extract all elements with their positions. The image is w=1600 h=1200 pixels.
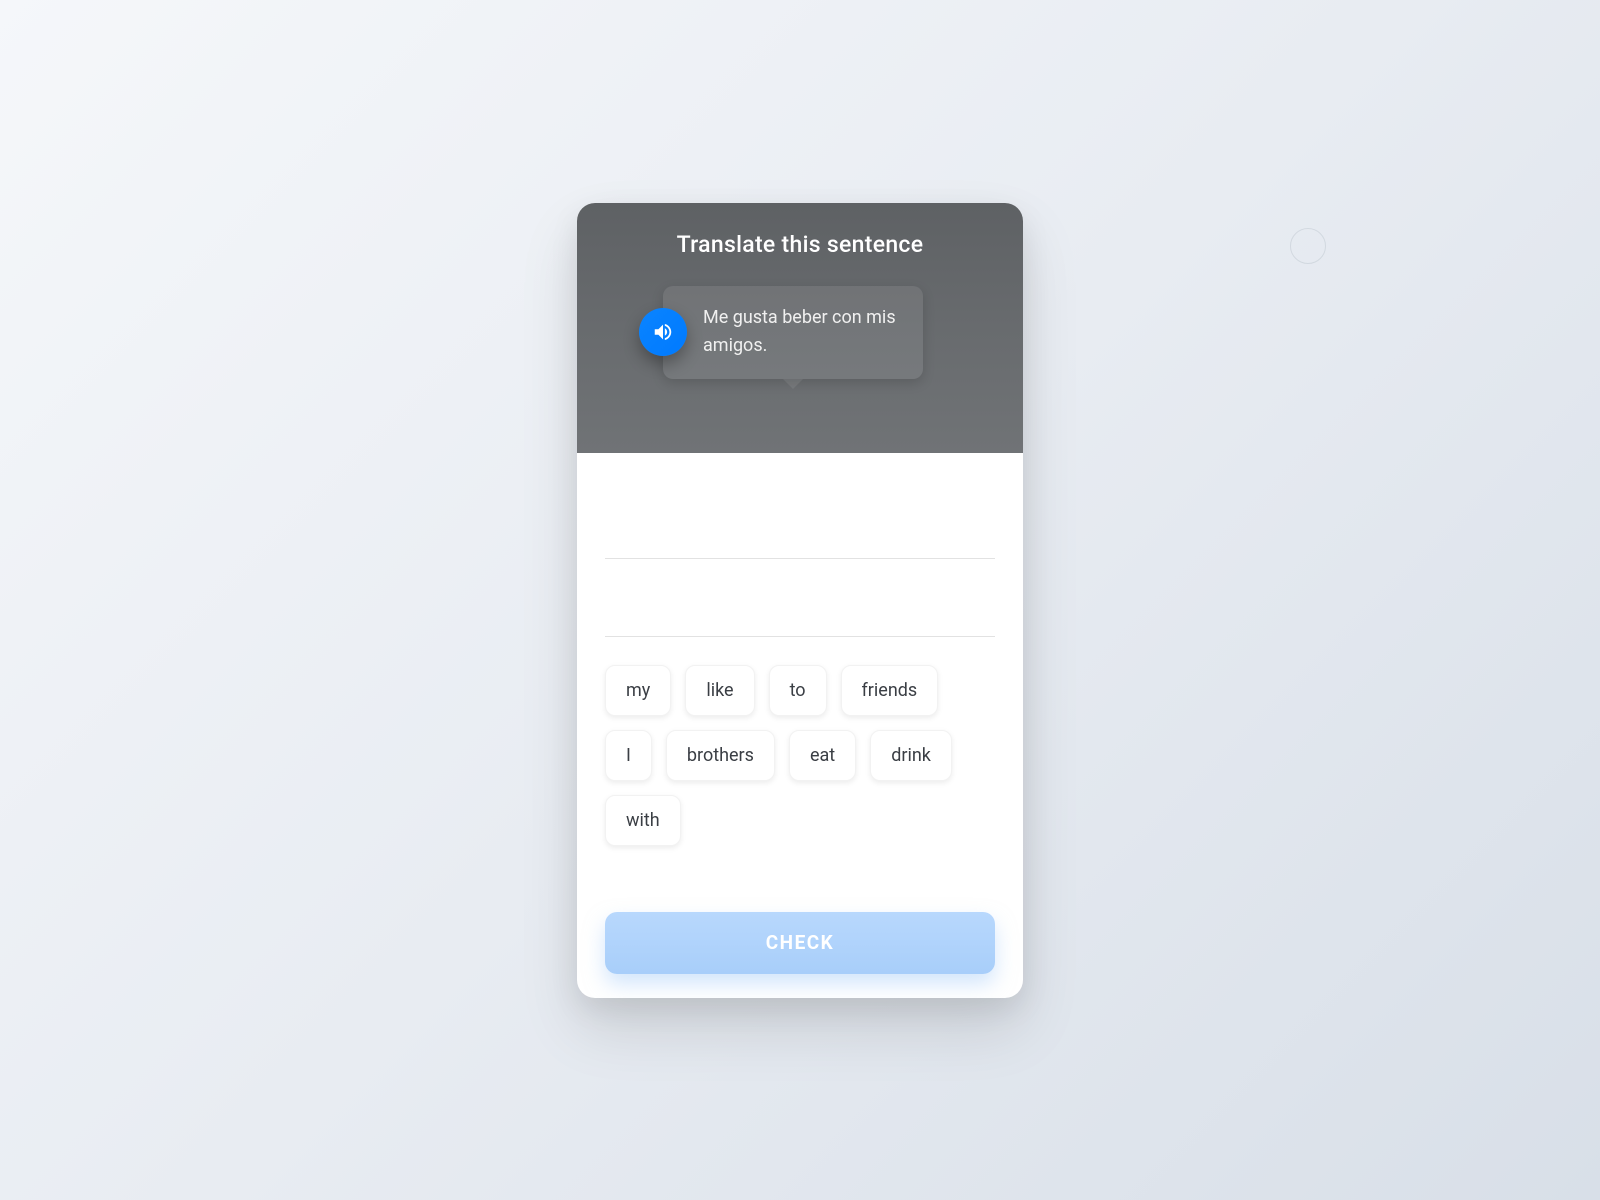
prompt-bubble: Me gusta beber con mis amigos.	[663, 286, 923, 380]
card-body: my like to friends I brothers eat drink …	[577, 453, 1023, 998]
prompt-row: Me gusta beber con mis amigos.	[639, 286, 993, 380]
speaker-icon	[652, 321, 674, 343]
word-bank: my like to friends I brothers eat drink …	[605, 665, 995, 846]
answer-line-1	[605, 481, 995, 559]
check-button[interactable]: CHECK	[605, 912, 995, 974]
word-chip[interactable]: brothers	[666, 730, 775, 781]
word-chip[interactable]: drink	[870, 730, 952, 781]
word-chip[interactable]: like	[685, 665, 754, 716]
card-header: Translate this sentence Me gusta beber c…	[577, 203, 1023, 453]
answer-area[interactable]	[605, 481, 995, 641]
play-audio-button[interactable]	[639, 308, 687, 356]
exercise-title: Translate this sentence	[607, 231, 993, 258]
word-chip[interactable]: my	[605, 665, 671, 716]
word-chip[interactable]: eat	[789, 730, 856, 781]
prompt-text: Me gusta beber con mis amigos.	[703, 304, 899, 362]
word-chip[interactable]: with	[605, 795, 681, 846]
answer-line-2	[605, 559, 995, 637]
exercise-card: Translate this sentence Me gusta beber c…	[577, 203, 1023, 998]
word-chip[interactable]: I	[605, 730, 652, 781]
word-chip[interactable]: to	[769, 665, 827, 716]
decorative-circle	[1290, 228, 1326, 264]
word-chip[interactable]: friends	[841, 665, 939, 716]
